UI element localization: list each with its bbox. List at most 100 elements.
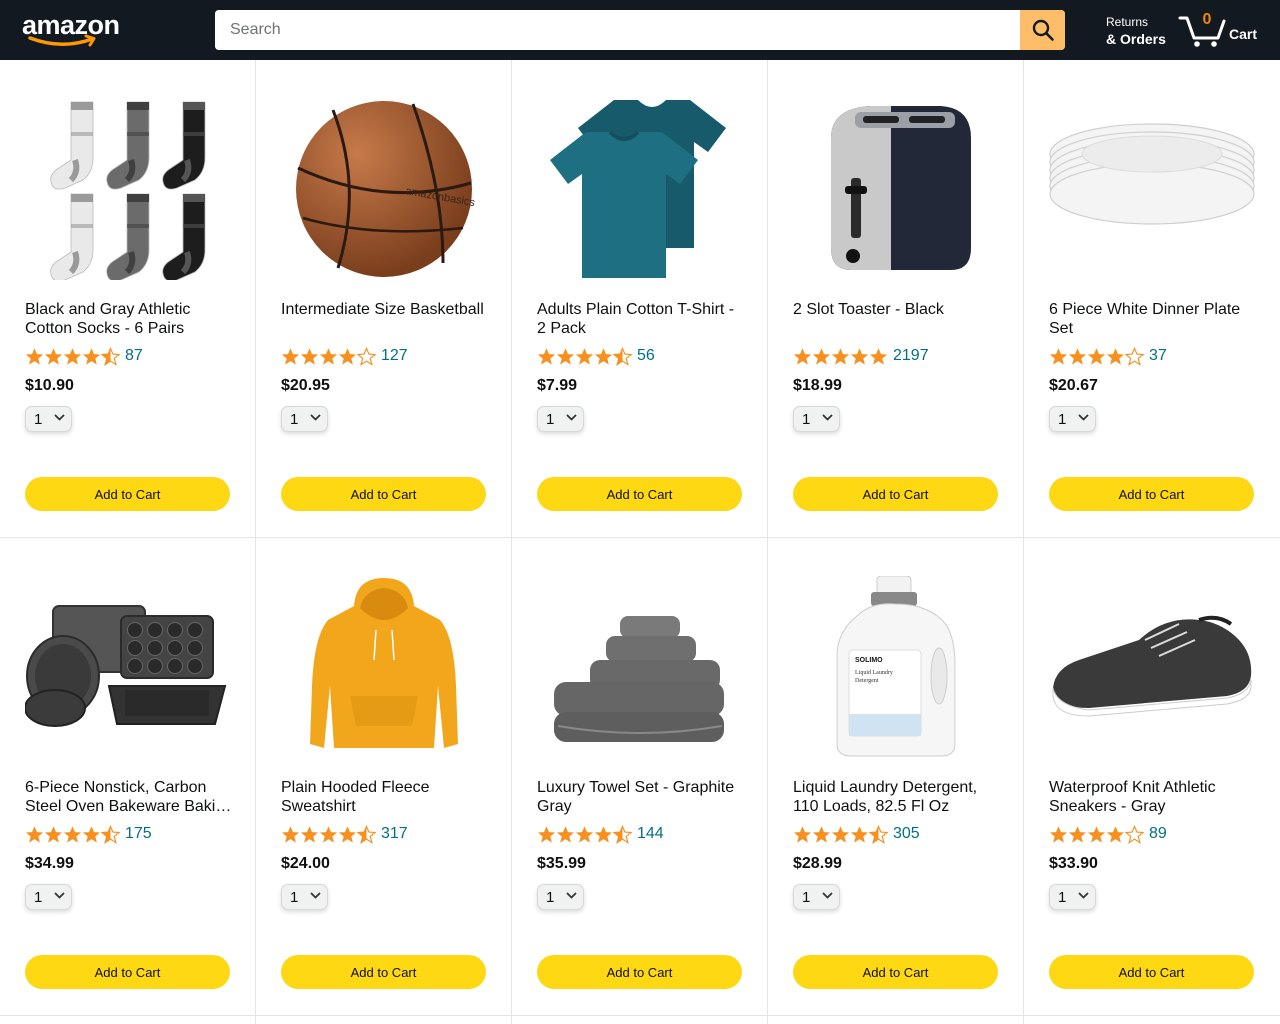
product-title[interactable]: Luxury Towel Set - Graphite Gray: [537, 778, 747, 816]
quantity-select[interactable]: 1: [25, 406, 72, 432]
add-to-cart-button[interactable]: Add to Cart: [537, 477, 742, 511]
product-image[interactable]: [1049, 576, 1255, 758]
search-button[interactable]: [1020, 10, 1065, 50]
product-rating: 175: [25, 823, 152, 845]
product-image[interactable]: [1049, 98, 1255, 280]
quantity-value: 1: [802, 888, 811, 906]
star-rating: [537, 824, 632, 844]
star-icon: [594, 825, 613, 843]
quantity-select[interactable]: 1: [281, 406, 328, 432]
quantity-select[interactable]: 1: [793, 406, 840, 432]
star-rating: [25, 824, 120, 844]
product-image[interactable]: [25, 98, 231, 280]
star-icon: [300, 347, 319, 365]
add-to-cart-button[interactable]: Add to Cart: [281, 955, 486, 989]
svg-text:SOLIMO: SOLIMO: [855, 657, 883, 664]
review-count-link[interactable]: 127: [381, 347, 408, 365]
product-price: $35.99: [537, 855, 586, 872]
star-icon: [850, 825, 869, 843]
star-rating: [281, 824, 376, 844]
search-input[interactable]: [215, 10, 1020, 50]
product-card-9: SOLIMO Liquid Laundry Detergent Liquid L…: [768, 538, 1024, 1016]
star-icon: [869, 824, 888, 844]
star-rating: [537, 346, 632, 366]
review-count-link[interactable]: 56: [637, 347, 655, 365]
toaster-image: [831, 106, 971, 270]
quantity-select[interactable]: 1: [25, 884, 72, 910]
product-title[interactable]: Liquid Laundry Detergent, 110 Loads, 82.…: [793, 778, 1003, 816]
review-count-link[interactable]: 87: [125, 347, 143, 365]
product-title[interactable]: Adults Plain Cotton T-Shirt - 2 Pack: [537, 300, 747, 338]
review-count-link[interactable]: 305: [893, 825, 920, 843]
product-card-2: amazonbasics Intermediate Size Basketbal…: [256, 60, 512, 538]
product-title[interactable]: Intermediate Size Basketball: [281, 300, 491, 338]
add-to-cart-button[interactable]: Add to Cart: [1049, 477, 1254, 511]
product-title[interactable]: 6 Piece White Dinner Plate Set: [1049, 300, 1259, 338]
star-icon: [793, 347, 812, 365]
add-to-cart-button[interactable]: Add to Cart: [1049, 955, 1254, 989]
returns-orders-link[interactable]: Returns & Orders: [1106, 14, 1166, 48]
quantity-select[interactable]: 1: [1049, 884, 1096, 910]
star-icon: [831, 825, 850, 843]
star-icon: [812, 825, 831, 843]
star-rating: [1049, 824, 1144, 844]
star-icon: [357, 346, 376, 366]
product-image[interactable]: [25, 576, 231, 758]
add-to-cart-button[interactable]: Add to Cart: [281, 477, 486, 511]
product-rating: 56: [537, 345, 655, 367]
review-count-link[interactable]: 317: [381, 825, 408, 843]
quantity-select[interactable]: 1: [281, 884, 328, 910]
quantity-value: 1: [290, 410, 299, 428]
star-icon: [44, 347, 63, 365]
star-icon: [319, 825, 338, 843]
product-image[interactable]: [537, 576, 743, 758]
star-icon: [1068, 825, 1087, 843]
add-to-cart-button[interactable]: Add to Cart: [793, 955, 998, 989]
quantity-select[interactable]: 1: [537, 406, 584, 432]
product-image[interactable]: amazonbasics: [281, 98, 487, 280]
product-title[interactable]: Black and Gray Athletic Cotton Socks - 6…: [25, 300, 235, 338]
star-icon: [1125, 824, 1144, 844]
chevron-down-icon: [822, 414, 833, 421]
product-image[interactable]: [793, 98, 999, 280]
star-icon: [44, 825, 63, 843]
product-price: $18.99: [793, 377, 842, 394]
product-title[interactable]: Plain Hooded Fleece Sweatshirt: [281, 778, 491, 816]
star-icon: [793, 825, 812, 843]
plates-image: [1049, 123, 1255, 225]
product-card-7: Plain Hooded Fleece Sweatshirt 317 $24.0…: [256, 538, 512, 1016]
add-to-cart-button[interactable]: Add to Cart: [25, 477, 230, 511]
product-rating: 89: [1049, 823, 1167, 845]
review-count-link[interactable]: 175: [125, 825, 152, 843]
star-icon: [1087, 825, 1106, 843]
product-image[interactable]: [537, 98, 743, 280]
product-title[interactable]: 6-Piece Nonstick, Carbon Steel Oven Bake…: [25, 778, 235, 816]
star-icon: [82, 825, 101, 843]
product-image[interactable]: SOLIMO Liquid Laundry Detergent: [793, 576, 999, 758]
star-icon: [613, 824, 632, 844]
review-count-link[interactable]: 89: [1149, 825, 1167, 843]
chevron-down-icon: [310, 414, 321, 421]
add-to-cart-button[interactable]: Add to Cart: [25, 955, 230, 989]
cart-button[interactable]: 0 Cart: [1178, 10, 1268, 50]
add-to-cart-button[interactable]: Add to Cart: [537, 955, 742, 989]
product-rating: 305: [793, 823, 920, 845]
product-title[interactable]: 2 Slot Toaster - Black: [793, 300, 1003, 338]
product-title[interactable]: Waterproof Knit Athletic Sneakers - Gray: [1049, 778, 1259, 816]
star-icon: [1049, 347, 1068, 365]
star-icon: [319, 347, 338, 365]
star-icon: [594, 347, 613, 365]
returns-label: Returns: [1106, 15, 1149, 29]
quantity-select[interactable]: 1: [537, 884, 584, 910]
quantity-select[interactable]: 1: [1049, 406, 1096, 432]
amazon-logo[interactable]: amazon: [22, 8, 126, 48]
product-rating: 144: [537, 823, 664, 845]
review-count-link[interactable]: 2197: [893, 347, 929, 365]
chevron-down-icon: [54, 892, 65, 899]
review-count-link[interactable]: 37: [1149, 347, 1167, 365]
quantity-select[interactable]: 1: [793, 884, 840, 910]
product-rating: 127: [281, 345, 408, 367]
add-to-cart-button[interactable]: Add to Cart: [793, 477, 998, 511]
review-count-link[interactable]: 144: [637, 825, 664, 843]
product-image[interactable]: [281, 576, 487, 758]
